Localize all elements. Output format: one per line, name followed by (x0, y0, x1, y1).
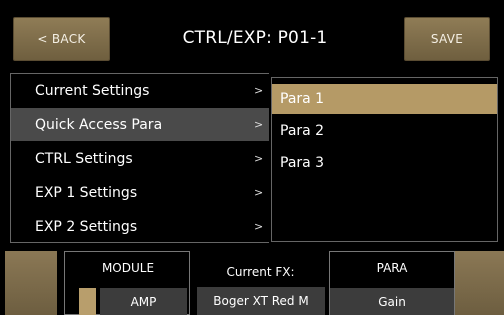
current-fx-label: Current FX: (226, 265, 295, 279)
menu-item-label: EXP 2 Settings (35, 218, 138, 235)
para-item-1[interactable]: Para 1 (272, 84, 497, 114)
menu-item-label: Quick Access Para (35, 116, 163, 133)
chevron-right-icon: > (254, 220, 264, 233)
back-button[interactable]: < BACK (13, 17, 110, 61)
chevron-right-icon: > (254, 186, 264, 199)
para-item-label: Para 3 (280, 155, 325, 171)
right-knob-button[interactable] (455, 251, 504, 315)
para-value: Gain (330, 288, 454, 315)
menu-item-label: Current Settings (35, 82, 150, 99)
left-knob-button[interactable] (5, 251, 57, 315)
save-button[interactable]: SAVE (404, 17, 490, 61)
module-color-swatch (79, 288, 96, 315)
module-value: AMP (100, 288, 187, 315)
settings-menu: Current Settings > Quick Access Para > C… (10, 73, 269, 243)
chevron-right-icon: > (254, 84, 264, 97)
menu-item-quick-access-para[interactable]: Quick Access Para > (11, 108, 269, 141)
menu-item-exp1-settings[interactable]: EXP 1 Settings > (11, 176, 269, 209)
back-button-label: < BACK (37, 32, 86, 46)
ctrl-exp-screen: < BACK CTRL/EXP: P01-1 SAVE Current Sett… (0, 0, 504, 315)
para-selector[interactable]: PARA Gain (329, 251, 455, 315)
menu-item-label: EXP 1 Settings (35, 184, 138, 201)
menu-item-current-settings[interactable]: Current Settings > (11, 74, 269, 107)
menu-area: Current Settings > Quick Access Para > C… (10, 73, 498, 245)
menu-item-ctrl-settings[interactable]: CTRL Settings > (11, 142, 269, 175)
save-button-label: SAVE (430, 32, 464, 46)
menu-item-exp2-settings[interactable]: EXP 2 Settings > (11, 210, 269, 243)
para-item-label: Para 2 (280, 123, 325, 139)
bottom-bar: MODULE AMP Current FX: Boger XT Red M PA… (0, 248, 504, 315)
para-item-2[interactable]: Para 2 (272, 116, 497, 146)
para-label: PARA (376, 261, 408, 275)
chevron-right-icon: > (254, 152, 264, 165)
para-list: Para 1 Para 2 Para 3 (271, 77, 498, 242)
current-fx-display: Current FX: Boger XT Red M (193, 251, 328, 315)
header-bar: < BACK CTRL/EXP: P01-1 SAVE (0, 0, 504, 68)
chevron-right-icon: > (254, 118, 264, 131)
module-label: MODULE (101, 261, 155, 275)
para-item-label: Para 1 (280, 91, 325, 107)
module-selector[interactable]: MODULE AMP (64, 251, 190, 315)
menu-item-label: CTRL Settings (35, 150, 133, 167)
page-title: CTRL/EXP: P01-1 (182, 28, 328, 48)
para-item-3[interactable]: Para 3 (272, 148, 497, 178)
current-fx-value: Boger XT Red M (197, 287, 325, 315)
